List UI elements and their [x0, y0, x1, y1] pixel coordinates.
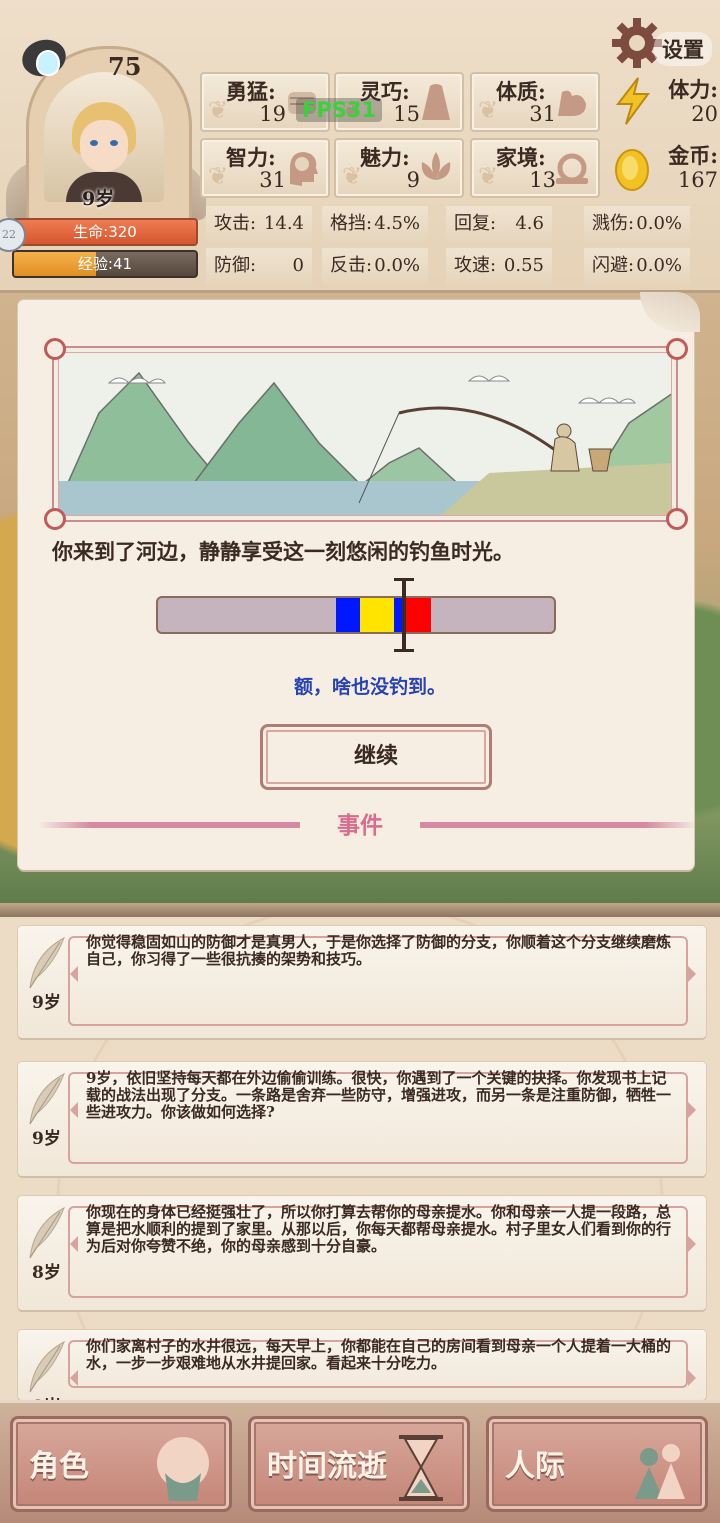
- stat-counter: 反击: 0.0%: [322, 248, 428, 284]
- log-entry: 8岁 你现在的身体已经挺强壮了，所以你打算去帮你的母亲提水。你和母亲一人提一段路，…: [18, 1196, 706, 1310]
- level-number: 75: [108, 52, 142, 81]
- log-entry-text: 你现在的身体已经挺强壮了，所以你打算去帮你的母亲提水。你和母亲一人提一段路，总算…: [86, 1203, 672, 1255]
- fishing-result-text: 额，啥也没钓到。: [293, 676, 446, 698]
- exp-bar: 经验:41: [12, 250, 198, 278]
- muscle-arm-icon: [558, 90, 586, 116]
- gold-display: 金币: 167: [612, 138, 718, 194]
- people-icon: [635, 1444, 685, 1499]
- log-entry-age: 9岁: [32, 1129, 61, 1149]
- money-bag-icon: [556, 153, 588, 184]
- event-description: 你来到了河边，静静享受这一刻悠闲的钓鱼时光。: [52, 540, 514, 564]
- nav-relations-button[interactable]: 人际: [486, 1416, 708, 1512]
- stamina-display: 体力: 20: [612, 72, 718, 128]
- attr-card-charm[interactable]: ❦ 魅力: 9: [334, 138, 464, 198]
- age-label: 9岁: [82, 188, 115, 210]
- log-entry: 8岁你们家离村子的水井很远，每天早上，你都能在自己的房间看到母亲一个人提着一大桶…: [18, 1330, 706, 1417]
- nav-time-passes-button[interactable]: 时间流逝: [248, 1416, 470, 1512]
- hourglass-icon: [399, 1435, 443, 1501]
- fishing-zone: [359, 598, 394, 632]
- brain-head-icon: [290, 152, 318, 186]
- arrow-left-icon: [62, 1102, 78, 1118]
- log-entry-text: 你们家离村子的水井很远，每天早上，你都能在自己的房间看到母亲一个人提着一大桶的水…: [86, 1337, 672, 1372]
- fishing-zone: [405, 598, 432, 632]
- settings-label: 设置: [654, 32, 712, 66]
- arrow-left-icon: [62, 1236, 78, 1252]
- arrow-right-icon: [688, 1102, 704, 1118]
- stats-row-1: 攻击: 14.4 格挡: 4.5% 回复: 4.6 溅伤: 0.0%: [206, 206, 720, 242]
- status-header: 75 9岁 生命:320 经验:41 22 ❦ 勇猛: 19 ❦ 灵巧: 15 …: [0, 0, 720, 293]
- frame-corner-ornament: [666, 338, 688, 360]
- nav-label: 人际: [505, 1449, 565, 1484]
- log-entry-text: 9岁，依旧坚持每天都在外边偷偷训练。很快，你遇到了一个关键的抉择。你发现书上记载…: [86, 1069, 672, 1121]
- continue-button[interactable]: 继续: [260, 724, 492, 790]
- attr-card-family[interactable]: ❦ 家境: 13: [470, 138, 600, 198]
- fishing-zone: [336, 598, 360, 632]
- section-title-events: 事件: [300, 808, 420, 844]
- life-bar: 生命:320: [12, 218, 198, 246]
- stat-attack-speed: 攻速: 0.55: [446, 248, 552, 284]
- stat-splash: 溅伤: 0.0%: [584, 206, 690, 242]
- character-head-icon: [157, 1437, 209, 1501]
- fishing-timing-bar[interactable]: [156, 596, 556, 634]
- fishing-marker: [393, 578, 414, 652]
- stats-row-2: 防御: 0 反击: 0.0% 攻速: 0.55 闪避: 0.0%: [206, 248, 720, 284]
- log-entry-age: 8岁: [32, 1263, 61, 1283]
- gold-coin-icon: [615, 149, 649, 191]
- arrow-right-icon: [688, 966, 704, 982]
- attr-card-intelligence[interactable]: ❦ 智力: 31: [200, 138, 330, 198]
- stat-defense: 防御: 0: [206, 248, 312, 284]
- fps-counter: FPS31: [296, 98, 383, 122]
- nav-character-button[interactable]: 角色: [10, 1416, 232, 1512]
- spirit-core-icon: [36, 50, 60, 76]
- stat-regen: 回复: 4.6: [446, 206, 552, 242]
- log-entry-age: 9岁: [32, 993, 61, 1013]
- divider-bar: [0, 903, 720, 917]
- exp-bar-label: 经验:41: [77, 255, 133, 273]
- settings-button[interactable]: 设置: [610, 16, 716, 72]
- nav-label: 角色: [29, 1449, 89, 1484]
- arrow-left-icon: [62, 1370, 78, 1386]
- arrow-right-icon: [688, 1370, 704, 1386]
- stat-block: 格挡: 4.5%: [322, 206, 428, 242]
- frame-corner-ornament: [666, 508, 688, 530]
- nav-label: 时间流逝: [267, 1449, 387, 1484]
- avatar[interactable]: [44, 72, 164, 202]
- arrow-right-icon: [688, 1236, 704, 1252]
- lotus-icon: [421, 152, 451, 180]
- lightning-icon: [615, 77, 650, 125]
- fishing-scene-illustration: [58, 352, 672, 516]
- arrow-left-icon: [62, 966, 78, 982]
- log-entry: 9岁 你觉得稳固如山的防御才是真男人，于是你选择了防御的分支，你顺着这个分支继续磨…: [18, 926, 706, 1038]
- cloak-icon: [422, 84, 450, 120]
- log-entry: 9岁 9岁，依旧坚持每天都在外边偷偷训练。很快，你遇到了一个关键的抉择。你发现书上…: [18, 1062, 706, 1176]
- log-entry-text: 你觉得稳固如山的防御才是真男人，于是你选择了防御的分支，你顺着这个分支继续磨炼自…: [86, 933, 672, 968]
- stat-dodge: 闪避: 0.0%: [584, 248, 690, 284]
- frame-corner-ornament: [44, 338, 66, 360]
- attr-card-constitution[interactable]: ❦ 体质: 31: [470, 72, 600, 132]
- frame-corner-ornament: [44, 508, 66, 530]
- stat-attack: 攻击: 14.4: [206, 206, 312, 242]
